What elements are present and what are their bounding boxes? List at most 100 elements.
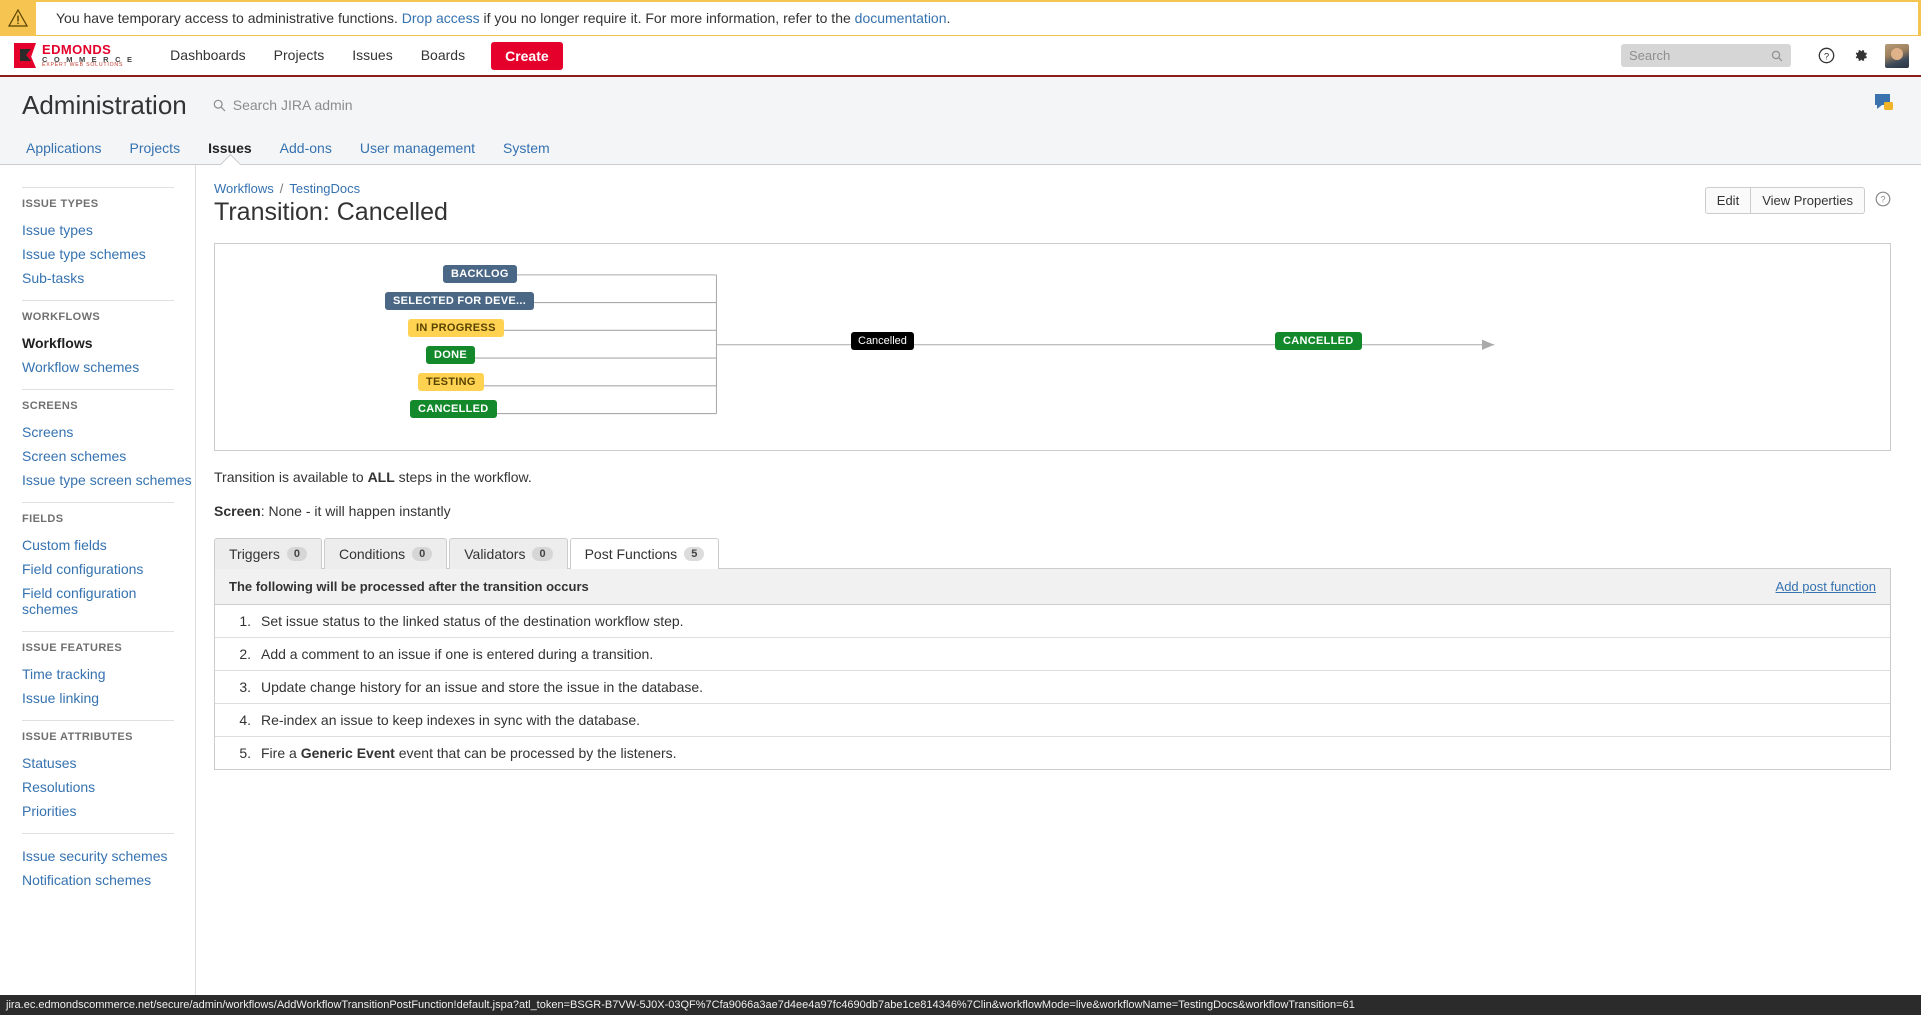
sidebar-item-issue-type-schemes[interactable]: Issue type schemes bbox=[22, 242, 195, 266]
banner-text-end: . bbox=[946, 9, 951, 26]
post-function-text: Update change history for an issue and s… bbox=[261, 679, 704, 695]
status-bar-url: jira.ec.edmondscommerce.net/secure/admin… bbox=[6, 999, 1355, 1011]
transition-screen: Screen: None - it will happen instantly bbox=[214, 503, 1891, 519]
workflow-step-backlog[interactable]: BACKLOG bbox=[443, 265, 517, 283]
sidebar-divider bbox=[22, 300, 174, 301]
tab-post-functions-count: 5 bbox=[684, 547, 705, 561]
tab-issues[interactable]: Issues bbox=[194, 133, 266, 164]
workflow-step-testing[interactable]: TESTING bbox=[418, 373, 484, 391]
sidebar-item-workflows[interactable]: Workflows bbox=[22, 331, 195, 355]
sidebar-item-issue-types[interactable]: Issue types bbox=[22, 218, 195, 242]
global-search-input[interactable]: Search bbox=[1621, 44, 1791, 67]
nav-item-dashboards[interactable]: Dashboards bbox=[156, 35, 260, 76]
sidebar-item-statuses[interactable]: Statuses bbox=[22, 751, 195, 775]
banner-text-middle: if you no longer require it. For more in… bbox=[483, 9, 851, 26]
add-post-function-link[interactable]: Add post function bbox=[1776, 579, 1876, 594]
post-function-text-prefix: Fire a bbox=[261, 745, 297, 761]
site-logo[interactable]: EDMONDS C O M M E R C E EXPERT WEB SOLUT… bbox=[14, 43, 134, 69]
page-title: Transition: Cancelled bbox=[214, 198, 448, 226]
admin-access-banner: You have temporary access to administrat… bbox=[0, 0, 1921, 36]
sidebar-heading-screens: SCREENS bbox=[22, 400, 78, 412]
workflow-step-done[interactable]: DONE bbox=[426, 346, 475, 364]
settings-button[interactable] bbox=[1843, 39, 1877, 73]
post-function-row[interactable]: 4. Re-index an issue to keep indexes in … bbox=[215, 704, 1890, 737]
edit-button[interactable]: Edit bbox=[1704, 187, 1752, 214]
screen-value: : None - it will happen instantly bbox=[260, 503, 451, 519]
logo-line-1: EDMONDS bbox=[42, 41, 112, 57]
sidebar-item-issue-security-schemes[interactable]: Issue security schemes bbox=[22, 844, 195, 868]
help-button[interactable]: ? bbox=[1809, 39, 1843, 73]
tab-user-management[interactable]: User management bbox=[346, 133, 489, 164]
post-function-row[interactable]: 3. Update change history for an issue an… bbox=[215, 671, 1890, 704]
tab-conditions-count: 0 bbox=[412, 547, 433, 561]
sidebar-item-custom-fields[interactable]: Custom fields bbox=[22, 533, 195, 557]
sidebar-item-resolutions[interactable]: Resolutions bbox=[22, 775, 195, 799]
availability-strong: ALL bbox=[367, 469, 395, 485]
sidebar-item-field-configurations[interactable]: Field configurations bbox=[22, 557, 195, 581]
post-functions-panel: The following will be processed after th… bbox=[214, 569, 1891, 770]
sidebar-item-issue-linking[interactable]: Issue linking bbox=[22, 686, 195, 710]
drop-access-link[interactable]: Drop access bbox=[402, 10, 480, 26]
sidebar-divider bbox=[22, 502, 174, 503]
tab-add-ons[interactable]: Add-ons bbox=[266, 133, 346, 164]
tab-triggers[interactable]: Triggers 0 bbox=[214, 538, 322, 569]
admin-search-placeholder: Search JIRA admin bbox=[232, 97, 353, 113]
sidebar-item-field-configuration-schemes[interactable]: Field configuration schemes bbox=[22, 581, 195, 621]
banner-top-accent bbox=[0, 0, 1921, 2]
search-icon bbox=[1771, 50, 1783, 61]
workflow-destination-cancelled[interactable]: CANCELLED bbox=[1275, 332, 1362, 350]
sidebar-heading-workflows: WORKFLOWS bbox=[22, 311, 101, 323]
nav-item-boards[interactable]: Boards bbox=[407, 35, 479, 76]
workflow-transition-label-cancelled[interactable]: Cancelled bbox=[851, 332, 914, 350]
post-function-row[interactable]: 1. Set issue status to the linked status… bbox=[215, 605, 1890, 638]
post-function-row[interactable]: 5. Fire a Generic Event event that can b… bbox=[215, 737, 1890, 769]
sidebar-item-notification-schemes[interactable]: Notification schemes bbox=[22, 868, 195, 892]
workflow-step-in-progress[interactable]: IN PROGRESS bbox=[408, 319, 504, 337]
nav-item-projects[interactable]: Projects bbox=[260, 35, 339, 76]
question-circle-icon: ? bbox=[1875, 191, 1891, 207]
tab-system[interactable]: System bbox=[489, 133, 564, 164]
nav-right-tools: Search ? bbox=[1621, 39, 1921, 73]
post-function-text-suffix: event that can be processed by the liste… bbox=[398, 745, 677, 761]
post-function-text: Re-index an issue to keep indexes in syn… bbox=[261, 712, 641, 728]
workflow-step-cancelled-source[interactable]: CANCELLED bbox=[410, 400, 497, 418]
nav-links: Dashboards Projects Issues Boards Create bbox=[156, 35, 563, 76]
sidebar-divider bbox=[22, 187, 174, 188]
sidebar-divider bbox=[22, 631, 174, 632]
sidebar-item-sub-tasks[interactable]: Sub-tasks bbox=[22, 266, 195, 290]
tab-post-functions[interactable]: Post Functions 5 bbox=[569, 538, 720, 569]
sidebar-heading-issue-features: ISSUE FEATURES bbox=[22, 642, 123, 654]
view-properties-button[interactable]: View Properties bbox=[1751, 187, 1865, 214]
breadcrumb-testingdocs[interactable]: TestingDocs bbox=[289, 181, 360, 196]
sidebar-heading-issue-types: ISSUE TYPES bbox=[22, 198, 99, 210]
sidebar-item-time-tracking[interactable]: Time tracking bbox=[22, 662, 195, 686]
workflow-step-selected-for-development[interactable]: SELECTED FOR DEVE... bbox=[385, 292, 535, 310]
sidebar-item-screens[interactable]: Screens bbox=[22, 420, 195, 444]
tab-applications[interactable]: Applications bbox=[12, 133, 116, 164]
post-functions-panel-header: The following will be processed after th… bbox=[215, 569, 1890, 605]
sidebar-item-priorities[interactable]: Priorities bbox=[22, 799, 195, 823]
tab-validators[interactable]: Validators 0 bbox=[449, 538, 568, 569]
tab-conditions[interactable]: Conditions 0 bbox=[323, 538, 448, 569]
tab-projects[interactable]: Projects bbox=[116, 133, 195, 164]
nav-item-issues[interactable]: Issues bbox=[338, 35, 406, 76]
post-function-event-name: Generic Event bbox=[300, 745, 395, 761]
workflow-diagram[interactable]: BACKLOG SELECTED FOR DEVE... IN PROGRESS… bbox=[214, 243, 1891, 451]
help-button[interactable]: ? bbox=[1875, 191, 1891, 210]
post-function-row[interactable]: 2. Add a comment to an issue if one is e… bbox=[215, 638, 1890, 671]
documentation-link[interactable]: documentation bbox=[855, 10, 947, 26]
breadcrumb-workflows[interactable]: Workflows bbox=[214, 181, 274, 196]
sidebar-item-workflow-schemes[interactable]: Workflow schemes bbox=[22, 355, 195, 379]
create-button[interactable]: Create bbox=[491, 41, 563, 70]
global-navigation: EDMONDS C O M M E R C E EXPERT WEB SOLUT… bbox=[0, 36, 1921, 77]
page-title-administration: Administration bbox=[22, 89, 187, 120]
availability-prefix: Transition is available to bbox=[214, 469, 364, 485]
admin-search-input[interactable]: Search JIRA admin bbox=[213, 97, 353, 113]
tab-triggers-label: Triggers bbox=[229, 546, 280, 562]
sidebar-item-screen-schemes[interactable]: Screen schemes bbox=[22, 444, 195, 468]
screen-label: Screen bbox=[214, 503, 261, 519]
user-avatar[interactable] bbox=[1885, 43, 1909, 68]
feedback-icon[interactable] bbox=[1873, 91, 1895, 113]
sidebar-item-issue-type-screen-schemes[interactable]: Issue type screen schemes bbox=[22, 468, 195, 492]
breadcrumb: Workflows / TestingDocs bbox=[214, 181, 1891, 196]
